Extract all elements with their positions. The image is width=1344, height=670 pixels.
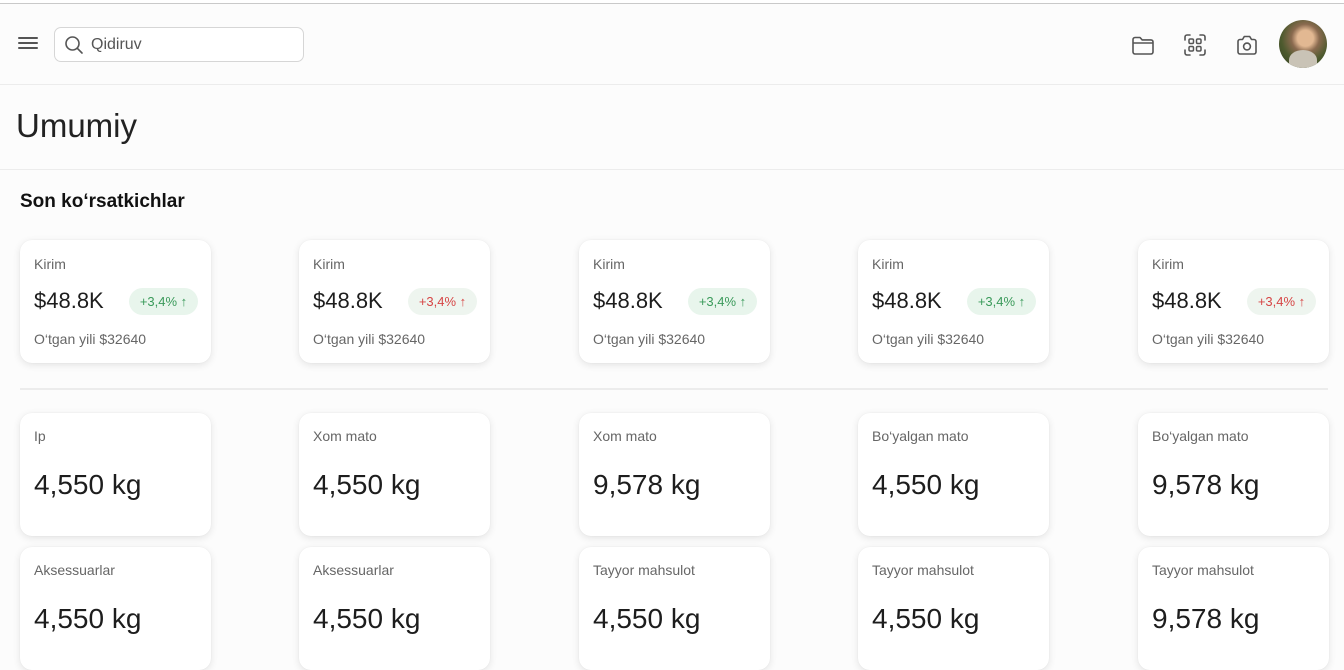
stat-previous: O‘tgan yili $32640 xyxy=(313,331,426,347)
inventory-label: Tayyor mahsulot xyxy=(872,562,974,578)
inventory-card[interactable]: Ip 4,550 kg xyxy=(20,413,211,536)
scan-icon[interactable] xyxy=(1182,32,1208,58)
arrow-up-icon: ↑ xyxy=(1298,294,1306,309)
stat-previous: O‘tgan yili $32640 xyxy=(593,331,706,347)
change-badge: +3,4% ↑ xyxy=(129,288,198,315)
change-badge: +3,4% ↑ xyxy=(967,288,1036,315)
inventory-card[interactable]: Tayyor mahsulot 4,550 kg xyxy=(579,547,770,670)
inventory-card[interactable]: Bo‘yalgan mato 4,550 kg xyxy=(858,413,1049,536)
arrow-up-icon: ↑ xyxy=(739,294,747,309)
inventory-card[interactable]: Aksessuarlar 4,550 kg xyxy=(20,547,211,670)
change-value: +3,4% xyxy=(418,294,457,309)
stat-previous: O‘tgan yili $32640 xyxy=(872,331,985,347)
inventory-value: 4,550 kg xyxy=(34,469,142,500)
inventory-card[interactable]: Bo‘yalgan mato 9,578 kg xyxy=(1138,413,1329,536)
change-value: +3,4% xyxy=(139,294,178,309)
title-bar: Umumiy xyxy=(0,86,1344,170)
inventory-label: Xom mato xyxy=(593,428,657,444)
inventory-card[interactable]: Aksessuarlar 4,550 kg xyxy=(299,547,490,670)
stat-value: $48.8K xyxy=(313,288,383,313)
change-badge: +3,4% ↑ xyxy=(688,288,757,315)
stat-card[interactable]: Kirim $48.8K +3,4% ↑ O‘tgan yili $32640 xyxy=(1138,240,1329,363)
menu-icon[interactable] xyxy=(16,34,40,54)
stat-card[interactable]: Kirim $48.8K +3,4% ↑ O‘tgan yili $32640 xyxy=(20,240,211,363)
inventory-label: Tayyor mahsulot xyxy=(1152,562,1254,578)
inventory-label: Bo‘yalgan mato xyxy=(872,428,969,444)
inventory-value: 4,550 kg xyxy=(872,469,980,500)
change-value: +3,4% xyxy=(977,294,1016,309)
page-title: Umumiy xyxy=(16,107,137,144)
inventory-card[interactable]: Tayyor mahsulot 9,578 kg xyxy=(1138,547,1329,670)
stat-label: Kirim xyxy=(313,256,345,272)
change-badge: +3,4% ↑ xyxy=(408,288,477,315)
inventory-label: Tayyor mahsulot xyxy=(593,562,695,578)
stat-previous: O‘tgan yili $32640 xyxy=(1152,331,1265,347)
inventory-label: Ip xyxy=(34,428,46,444)
search-icon xyxy=(65,36,83,54)
stat-value: $48.8K xyxy=(1152,288,1222,313)
stat-previous: O‘tgan yili $32640 xyxy=(34,331,147,347)
inventory-value: 4,550 kg xyxy=(313,603,421,634)
inventory-value: 9,578 kg xyxy=(593,469,701,500)
inventory-value: 9,578 kg xyxy=(1152,469,1260,500)
change-value: +3,4% xyxy=(1257,294,1296,309)
user-avatar[interactable] xyxy=(1279,20,1327,68)
search-input[interactable] xyxy=(91,28,291,61)
change-badge: +3,4% ↑ xyxy=(1247,288,1316,315)
stat-label: Kirim xyxy=(34,256,66,272)
inventory-label: Bo‘yalgan mato xyxy=(1152,428,1249,444)
inventory-value: 4,550 kg xyxy=(34,603,142,634)
stat-value: $48.8K xyxy=(34,288,104,313)
camera-icon[interactable] xyxy=(1234,32,1260,58)
inventory-card[interactable]: Xom mato 9,578 kg xyxy=(579,413,770,536)
inventory-label: Aksessuarlar xyxy=(313,562,394,578)
stat-card[interactable]: Kirim $48.8K +3,4% ↑ O‘tgan yili $32640 xyxy=(299,240,490,363)
arrow-up-icon: ↑ xyxy=(1018,294,1026,309)
section-title: Son ko‘rsatkichlar xyxy=(20,191,185,212)
inventory-label: Xom mato xyxy=(313,428,377,444)
stat-card[interactable]: Kirim $48.8K +3,4% ↑ O‘tgan yili $32640 xyxy=(579,240,770,363)
stat-value: $48.8K xyxy=(872,288,942,313)
change-value: +3,4% xyxy=(698,294,737,309)
stat-value: $48.8K xyxy=(593,288,663,313)
inventory-value: 4,550 kg xyxy=(593,603,701,634)
inventory-value: 4,550 kg xyxy=(872,603,980,634)
inventory-card[interactable]: Tayyor mahsulot 4,550 kg xyxy=(858,547,1049,670)
section-divider xyxy=(20,388,1328,390)
top-header xyxy=(0,4,1344,85)
folder-icon[interactable] xyxy=(1130,32,1156,58)
stat-label: Kirim xyxy=(1152,256,1184,272)
stat-card[interactable]: Kirim $48.8K +3,4% ↑ O‘tgan yili $32640 xyxy=(858,240,1049,363)
stat-label: Kirim xyxy=(872,256,904,272)
inventory-value: 4,550 kg xyxy=(313,469,421,500)
inventory-label: Aksessuarlar xyxy=(34,562,115,578)
arrow-up-icon: ↑ xyxy=(180,294,188,309)
arrow-up-icon: ↑ xyxy=(459,294,467,309)
inventory-card[interactable]: Xom mato 4,550 kg xyxy=(299,413,490,536)
stat-label: Kirim xyxy=(593,256,625,272)
inventory-value: 9,578 kg xyxy=(1152,603,1260,634)
search-box[interactable] xyxy=(54,27,304,62)
